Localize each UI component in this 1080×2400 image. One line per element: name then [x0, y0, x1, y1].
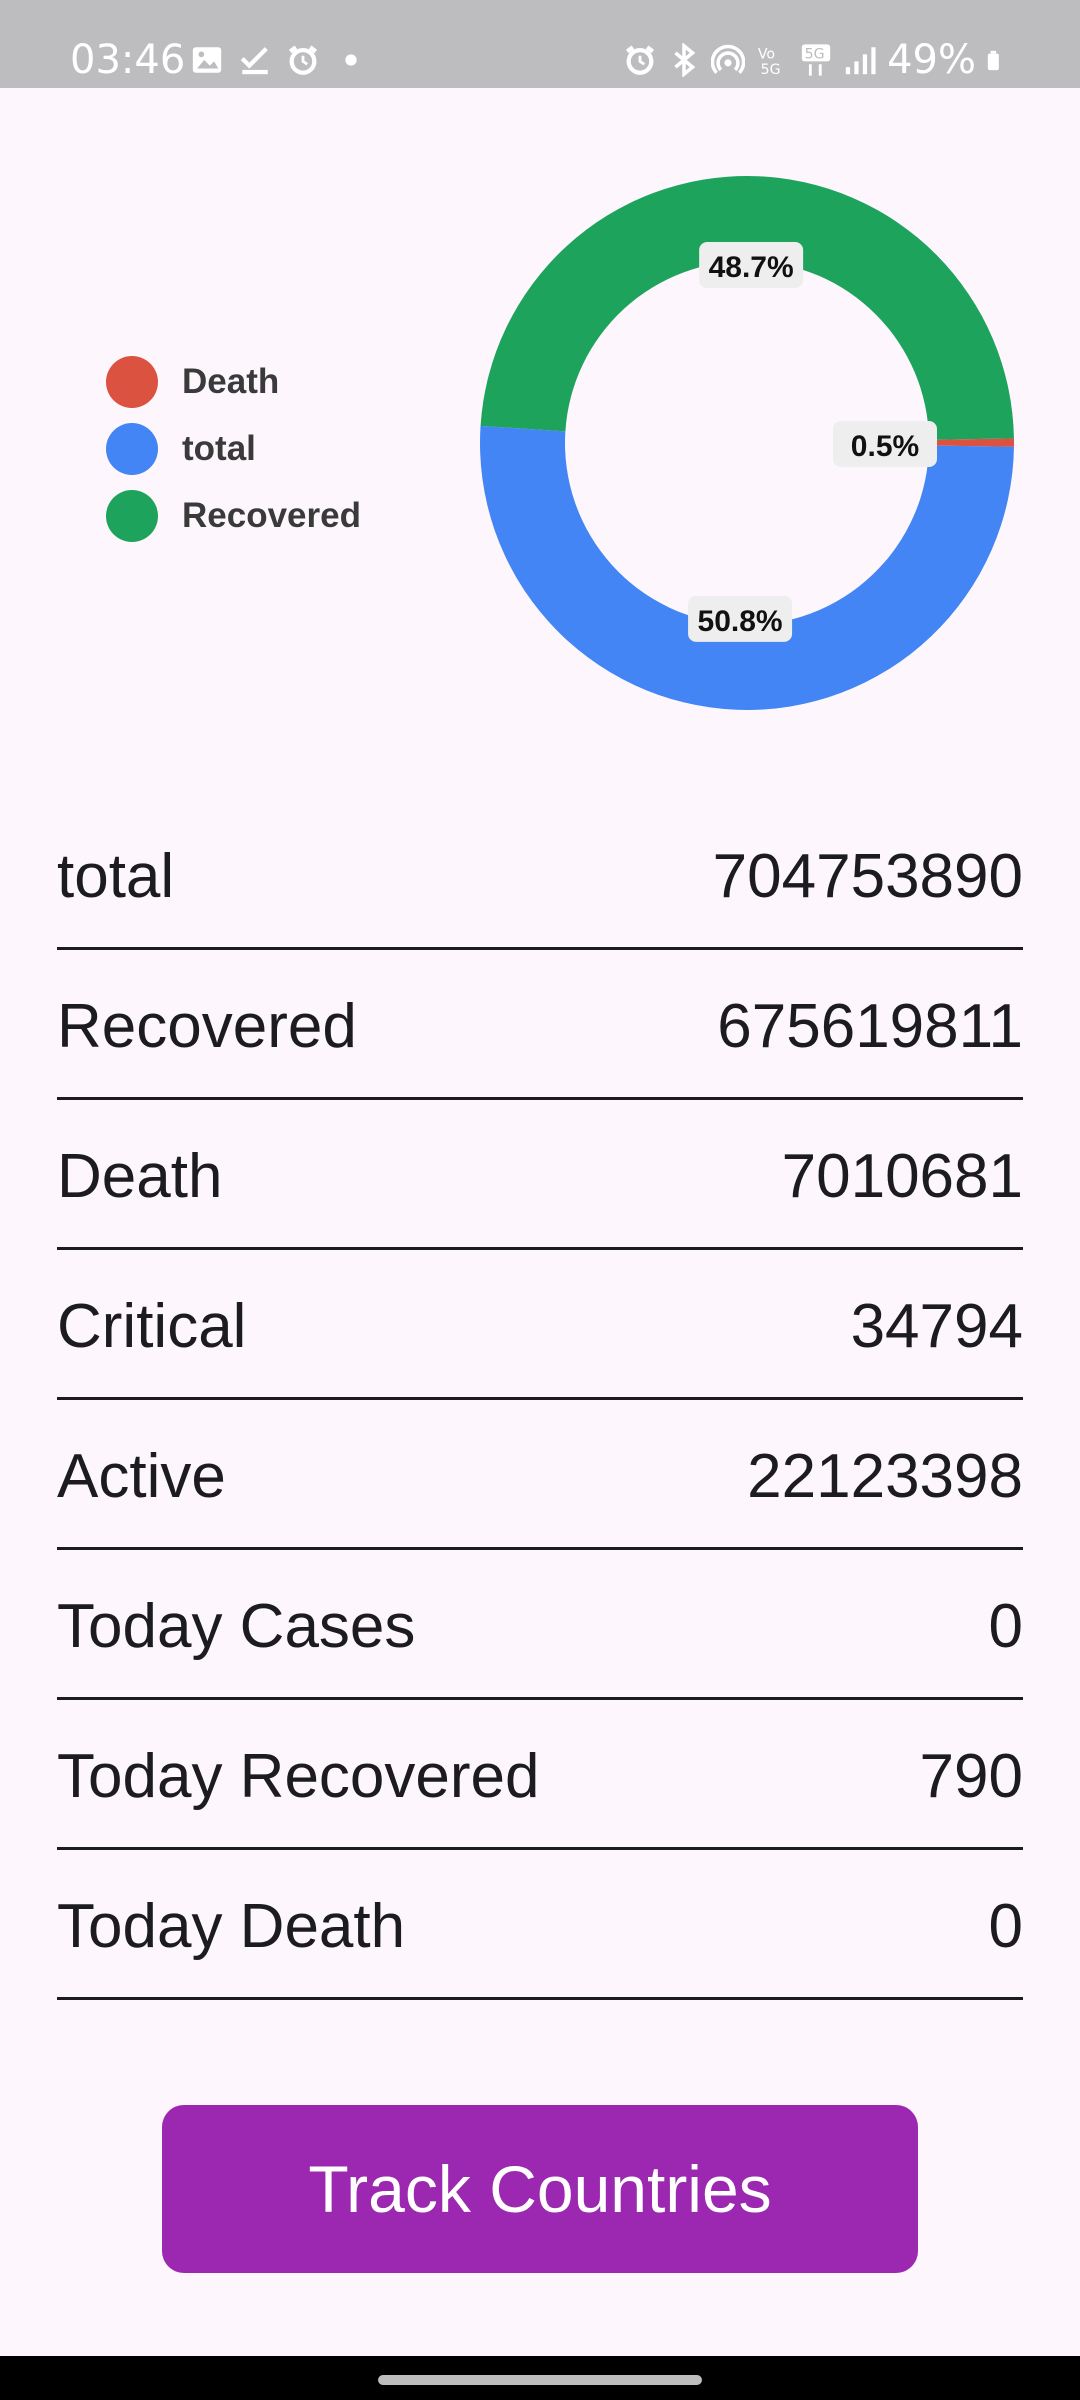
dot-icon — [345, 54, 357, 66]
legend-item-total: total — [106, 415, 361, 482]
stat-label: total — [57, 842, 175, 911]
check-icon — [240, 47, 268, 75]
legend-swatch — [106, 489, 158, 542]
stat-label: Recovered — [57, 992, 357, 1061]
donut-percent-label: 50.8% — [698, 605, 783, 638]
stat-value: 0 — [988, 1592, 1023, 1661]
stat-label: Active — [57, 1442, 226, 1511]
stat-value: 22123398 — [747, 1442, 1023, 1511]
stat-row-today-death: Today Death 0 — [57, 1850, 1023, 2000]
stat-row-recovered: Recovered 675619811 — [57, 950, 1023, 1100]
stat-label: Today Cases — [57, 1592, 416, 1661]
chart-area: Death total Recovered 0.5% 50.8% 48.7% — [0, 88, 1080, 788]
navigation-bar — [0, 2356, 1080, 2400]
svg-text:Vo: Vo — [758, 47, 775, 63]
stat-row-today-cases: Today Cases 0 — [57, 1550, 1023, 1700]
signal-icon — [845, 47, 876, 75]
stat-value: 34794 — [850, 1292, 1023, 1361]
donut-percent-label: 48.7% — [709, 251, 794, 284]
legend-swatch — [106, 422, 158, 475]
svg-text:5G: 5G — [805, 47, 825, 63]
stat-row-death: Death 7010681 — [57, 1100, 1023, 1250]
home-gesture-handle[interactable] — [378, 2375, 702, 2385]
legend-item-recovered: Recovered — [106, 482, 361, 549]
stat-row-critical: Critical 34794 — [57, 1250, 1023, 1400]
donut-label-total: 50.8% — [688, 595, 793, 642]
image-icon — [192, 47, 222, 73]
stats-list: total 704753890 Recovered 675619811 Deat… — [57, 800, 1023, 2000]
stat-value: 0 — [988, 1892, 1023, 1961]
battery-percentage: 49% — [887, 37, 976, 83]
system-icons: Vo 5G 5G 49% — [623, 38, 1008, 82]
5g-icon: 5G — [801, 44, 831, 76]
stat-label: Today Recovered — [57, 1742, 540, 1811]
bluetooth-icon — [674, 43, 696, 77]
status-time: 03:46 — [70, 37, 186, 83]
volte-icon: Vo5G — [758, 47, 781, 77]
stat-value: 704753890 — [712, 842, 1023, 911]
chart-legend: Death total Recovered — [106, 348, 361, 549]
legend-label: Recovered — [182, 495, 361, 535]
legend-label: Death — [182, 361, 280, 401]
notification-icons — [190, 42, 368, 78]
legend-label: total — [182, 428, 256, 468]
stat-value: 675619811 — [717, 992, 1023, 1061]
donut-label-death: 0.5% — [833, 421, 937, 467]
legend-item-death: Death — [106, 348, 361, 415]
status-bar: 03:46 Vo 5G 5G 49% — [0, 0, 1080, 88]
donut-label-recovered: 48.7% — [699, 242, 804, 289]
stat-label: Death — [57, 1142, 223, 1211]
stat-row-today-recovered: Today Recovered 790 — [57, 1700, 1023, 1850]
battery-icon — [987, 50, 999, 71]
stat-label: Today Death — [57, 1892, 406, 1961]
svg-text:5G: 5G — [761, 62, 781, 77]
stat-value: 790 — [919, 1742, 1023, 1811]
donut-percent-label: 0.5% — [851, 430, 919, 463]
stat-row-active: Active 22123398 — [57, 1400, 1023, 1550]
donut-chart[interactable]: 0.5% 50.8% 48.7% — [478, 174, 1016, 712]
track-countries-button[interactable]: Track Countries — [162, 2105, 918, 2273]
alarm-icon — [626, 45, 655, 75]
donut-slice-total[interactable] — [480, 425, 1014, 710]
stat-label: Critical — [57, 1292, 247, 1361]
hotspot-icon — [711, 44, 746, 74]
stat-value: 7010681 — [781, 1142, 1023, 1211]
donut-slice-recovered[interactable] — [480, 175, 1014, 440]
stat-row-total: total 704753890 — [57, 800, 1023, 950]
alarm-icon — [288, 45, 318, 75]
legend-swatch — [106, 355, 158, 408]
